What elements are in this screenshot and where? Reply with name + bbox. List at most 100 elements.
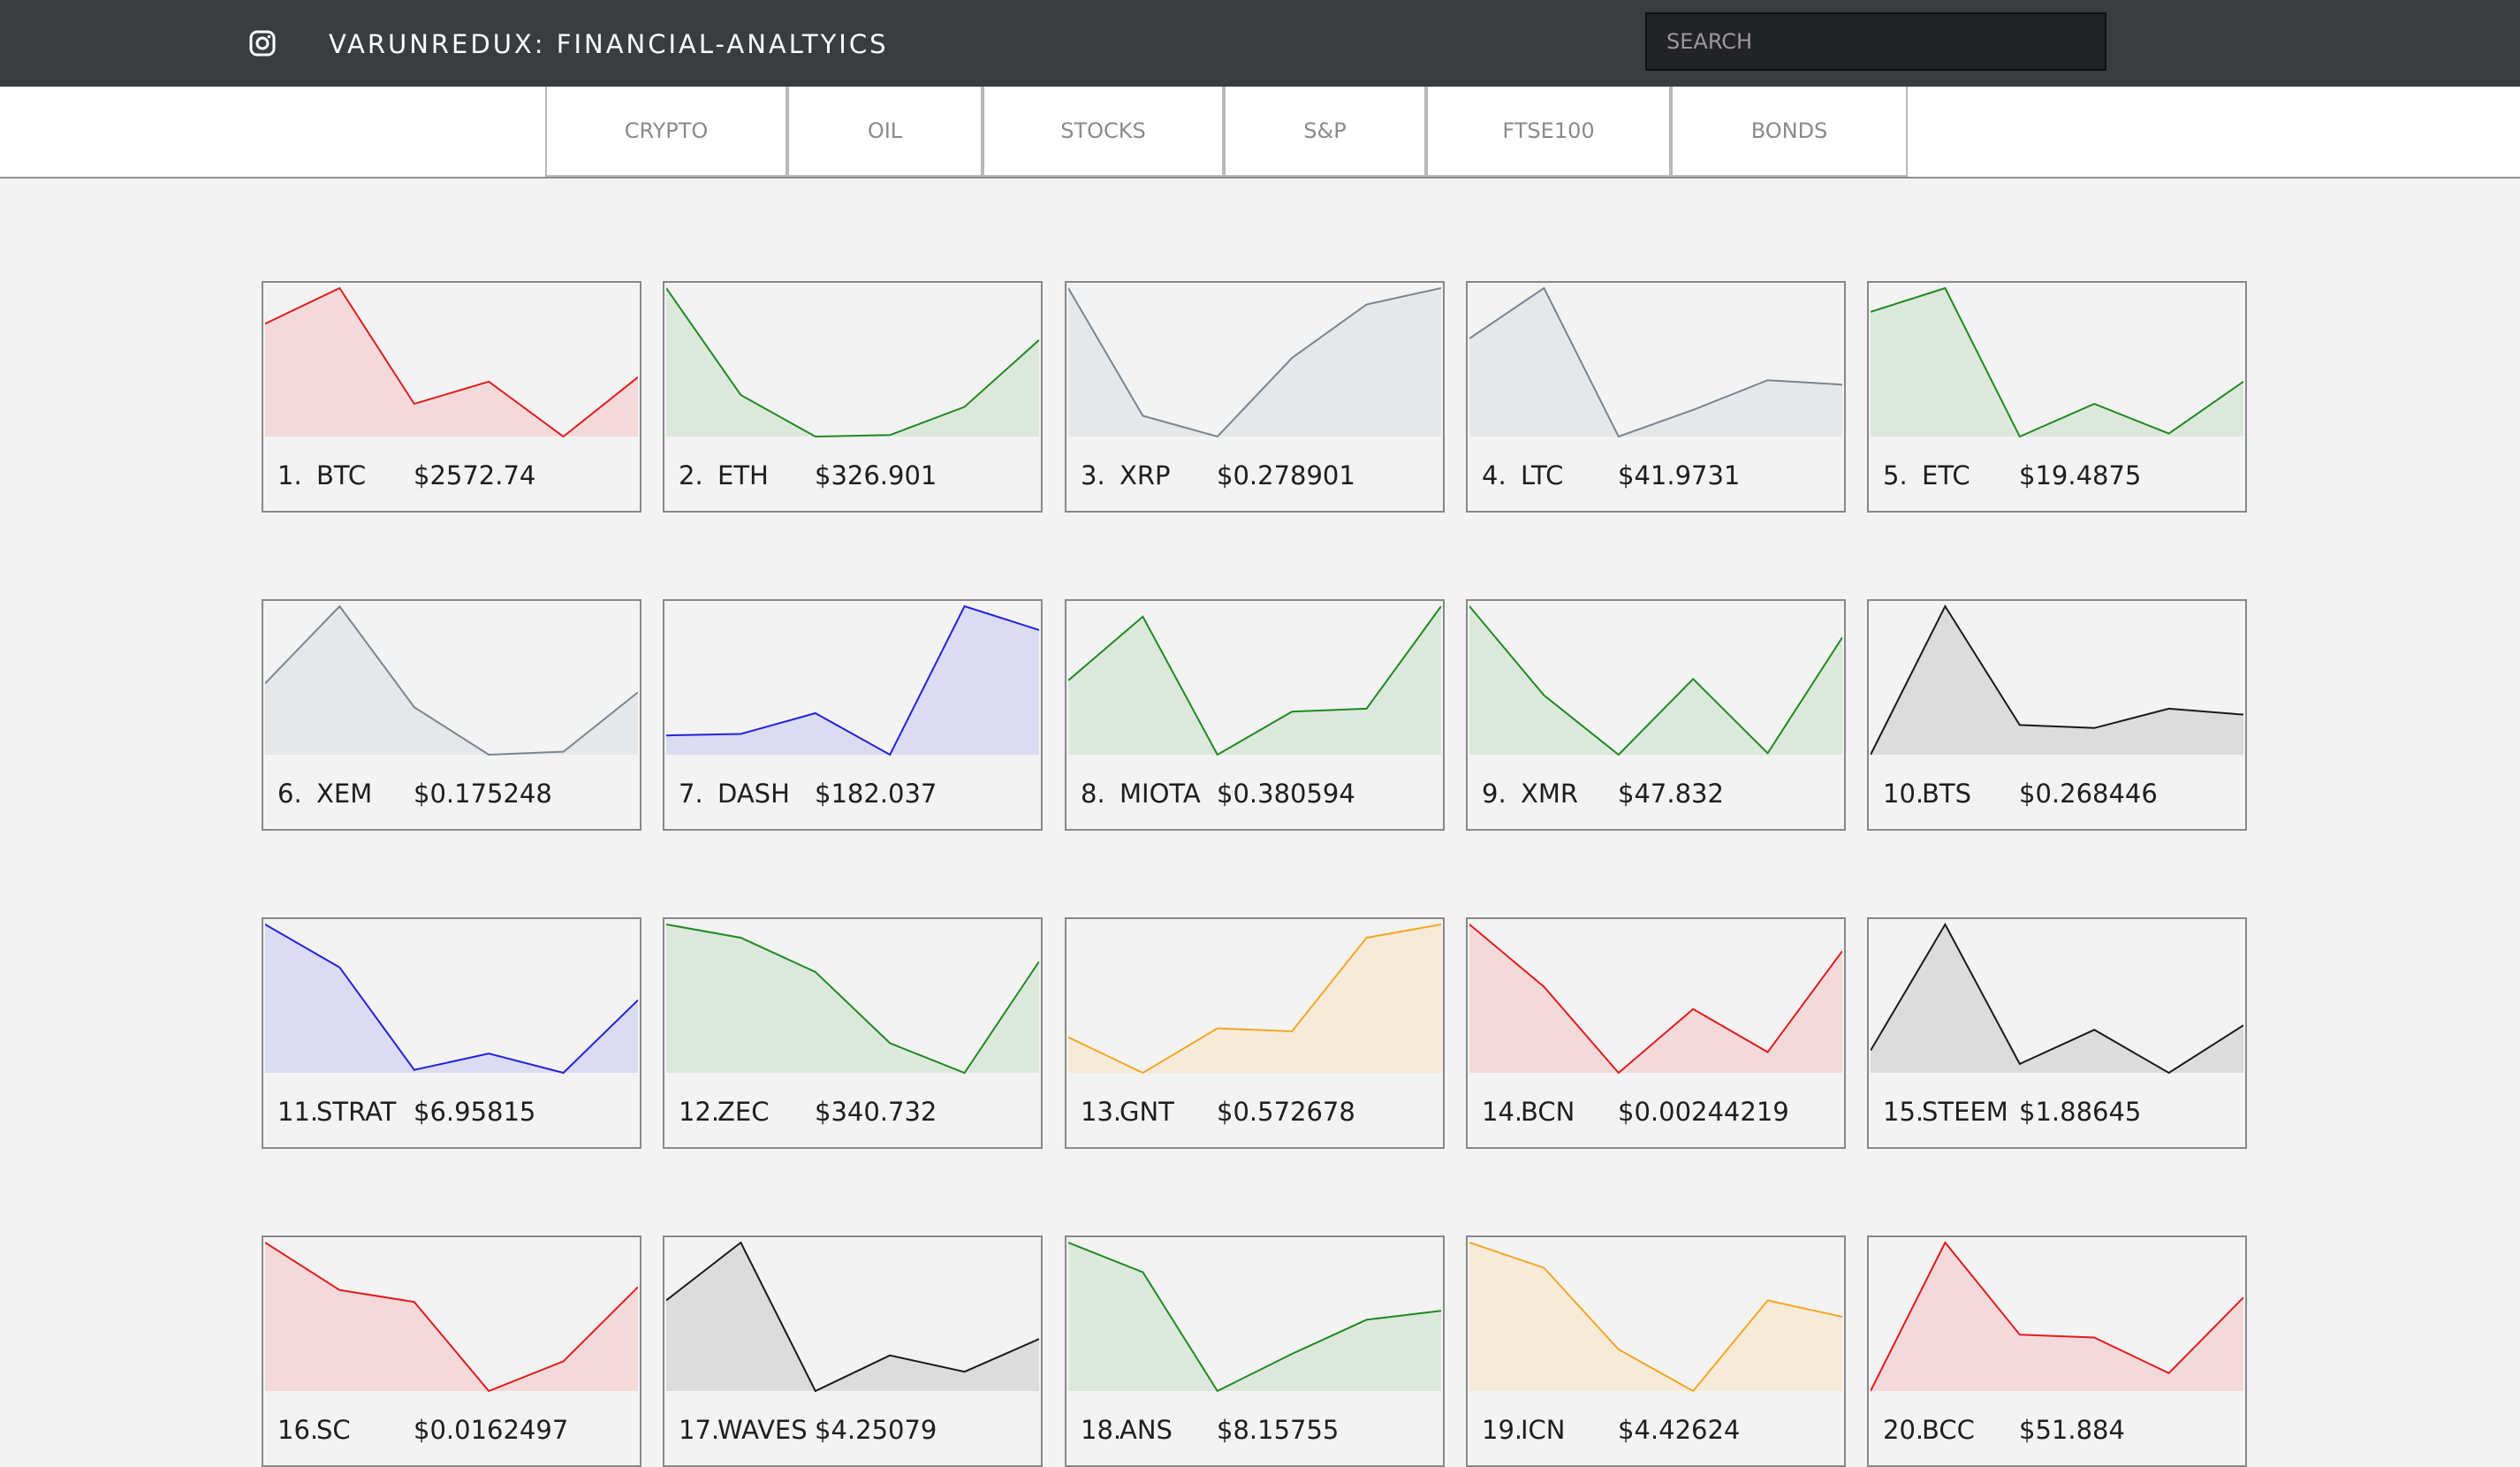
tab-stocks[interactable]: STOCKS — [983, 87, 1224, 177]
ticker-symbol: ANS — [1120, 1415, 1173, 1445]
ticker-symbol: MIOTA — [1120, 779, 1201, 809]
sparkline-area — [1871, 288, 2243, 437]
ticker-card[interactable]: 13. GNT $0.572678 — [1065, 917, 1445, 1149]
ticker-price: $0.175248 — [414, 779, 552, 809]
ticker-symbol: GNT — [1120, 1097, 1174, 1127]
ticker-card[interactable]: 6. XEM $0.175248 — [262, 599, 641, 831]
ticker-symbol: BTS — [1922, 779, 1972, 809]
sparkline-chart — [1068, 1242, 1441, 1393]
ticker-card[interactable]: 4. LTC $41.9731 — [1466, 281, 1846, 513]
ticker-rank: 11. — [277, 1097, 319, 1127]
ticker-card[interactable]: 9. XMR $47.832 — [1466, 599, 1846, 831]
ticker-rank: 10. — [1883, 779, 1924, 809]
ticker-price: $6.95815 — [414, 1097, 536, 1127]
tab-crypto[interactable]: CRYPTO — [545, 87, 787, 177]
ticker-price: $340.732 — [815, 1097, 937, 1127]
ticker-symbol: ETH — [717, 460, 769, 490]
tab-sp[interactable]: S&P — [1224, 87, 1426, 177]
ticker-card[interactable]: 7. DASH $182.037 — [663, 599, 1043, 831]
ticker-price: $47.832 — [1618, 779, 1724, 809]
ticker-rank: 16. — [277, 1415, 319, 1445]
sparkline-chart — [265, 1242, 638, 1393]
ticker-rank: 18. — [1081, 1415, 1122, 1445]
ticker-symbol: STRAT — [316, 1097, 397, 1127]
tab-ftse100[interactable]: FTSE100 — [1426, 87, 1671, 177]
ticker-card[interactable]: 8. MIOTA $0.380594 — [1065, 599, 1445, 831]
sparkline-chart — [1068, 924, 1441, 1075]
sparkline-chart — [1871, 604, 2243, 756]
ticker-symbol: ZEC — [717, 1097, 770, 1127]
ticker-price: $0.0162497 — [414, 1415, 569, 1445]
ticker-card[interactable]: 15. STEEM $1.88645 — [1867, 917, 2247, 1149]
ticker-card[interactable]: 11. STRAT $6.95815 — [262, 917, 641, 1149]
sparkline-chart — [265, 286, 638, 438]
ticker-card[interactable]: 14. BCN $0.00244219 — [1466, 917, 1846, 1149]
sparkline-chart — [666, 1241, 1039, 1393]
tab-oil[interactable]: OIL — [787, 87, 983, 177]
ticker-rank: 3. — [1081, 460, 1105, 490]
sparkline-area — [666, 288, 1039, 437]
ticker-card[interactable]: 2. ETH $326.901 — [663, 281, 1043, 513]
ticker-rank: 7. — [679, 779, 703, 809]
sparkline-area — [265, 606, 638, 755]
ticker-rank: 2. — [679, 460, 703, 490]
sparkline-area — [1469, 606, 1842, 755]
ticker-card[interactable]: 10. BTS $0.268446 — [1867, 599, 2247, 831]
category-nav: CRYPTO OIL STOCKS S&P FTSE100 BONDS — [0, 87, 2520, 179]
ticker-card[interactable]: 12. ZEC $340.732 — [663, 917, 1043, 1149]
ticker-symbol: DASH — [717, 779, 790, 809]
ticker-rank: 14. — [1482, 1097, 1523, 1127]
ticker-price: $2572.74 — [414, 460, 536, 490]
ticker-symbol: BCN — [1521, 1097, 1575, 1127]
search-input[interactable] — [1645, 12, 2106, 71]
ticker-symbol: BTC — [316, 460, 367, 490]
sparkline-chart — [1469, 1242, 1842, 1393]
sparkline-area — [265, 924, 638, 1073]
sparkline-chart — [1068, 287, 1441, 438]
sparkline-chart — [1469, 924, 1842, 1075]
sparkline-area — [666, 924, 1039, 1073]
ticker-symbol: ICN — [1521, 1415, 1566, 1445]
sparkline-chart — [1068, 605, 1441, 756]
tab-bonds[interactable]: BONDS — [1671, 87, 1908, 177]
sparkline-chart — [1871, 1241, 2243, 1392]
ticker-card[interactable]: 5. ETC $19.4875 — [1867, 281, 2247, 513]
ticker-price: $0.572678 — [1217, 1097, 1355, 1127]
ticker-symbol: XMR — [1521, 779, 1579, 809]
sparkline-area — [1068, 924, 1441, 1073]
ticker-card[interactable]: 17. WAVES $4.25079 — [663, 1235, 1043, 1467]
ticker-card[interactable]: 16. SC $0.0162497 — [262, 1235, 641, 1467]
app-title: VARUNREDUX: FINANCIAL-ANALTYICS — [329, 29, 889, 59]
ticker-symbol: XEM — [316, 779, 373, 809]
ticker-card[interactable]: 20. BCC $51.884 — [1867, 1235, 2247, 1467]
ticker-symbol: ETC — [1922, 460, 1970, 490]
sparkline-chart — [666, 924, 1039, 1075]
ticker-rank: 8. — [1081, 779, 1105, 809]
sparkline-chart — [666, 604, 1039, 756]
ticker-card[interactable]: 3. XRP $0.278901 — [1065, 281, 1445, 513]
ticker-symbol: LTC — [1521, 460, 1564, 490]
ticker-price: $0.380594 — [1217, 779, 1355, 809]
instagram-icon[interactable] — [248, 29, 277, 57]
sparkline-area — [1068, 288, 1441, 437]
ticker-price: $51.884 — [2019, 1415, 2125, 1445]
ticker-price: $41.9731 — [1618, 460, 1741, 490]
ticker-rank: 4. — [1482, 460, 1507, 490]
sparkline-area — [1871, 606, 2243, 755]
sparkline-area — [666, 606, 1039, 755]
ticker-price: $0.00244219 — [1618, 1097, 1789, 1127]
ticker-card[interactable]: 1. BTC $2572.74 — [262, 281, 641, 513]
ticker-price: $1.88645 — [2019, 1097, 2142, 1127]
ticker-rank: 19. — [1482, 1415, 1523, 1445]
sparkline-area — [1469, 288, 1842, 437]
ticker-price: $182.037 — [815, 779, 937, 809]
sparkline-area — [666, 1243, 1039, 1391]
sparkline-area — [1871, 1243, 2243, 1391]
ticker-price: $8.15755 — [1217, 1415, 1340, 1445]
sparkline-chart — [666, 287, 1039, 438]
ticker-rank: 5. — [1883, 460, 1908, 490]
ticker-card[interactable]: 18. ANS $8.15755 — [1065, 1235, 1445, 1467]
ticker-card[interactable]: 19. ICN $4.42624 — [1466, 1235, 1846, 1467]
sparkline-chart — [265, 604, 638, 756]
sparkline-chart — [1469, 286, 1842, 438]
